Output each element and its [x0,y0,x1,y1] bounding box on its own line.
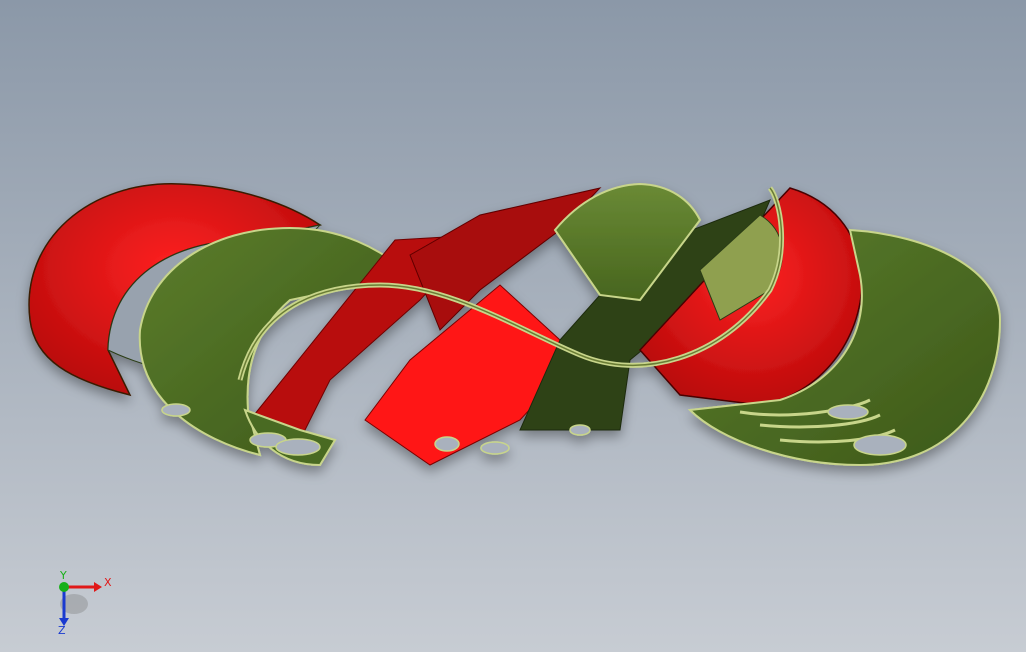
graphics-viewport[interactable]: X Y Z [0,0,1026,652]
axis-triad: X Y Z [58,570,112,636]
z-axis-label: Z [58,624,66,636]
x-axis-label: X [104,576,112,589]
y-axis-label: Y [59,570,67,582]
3d-model[interactable] [0,0,1026,652]
